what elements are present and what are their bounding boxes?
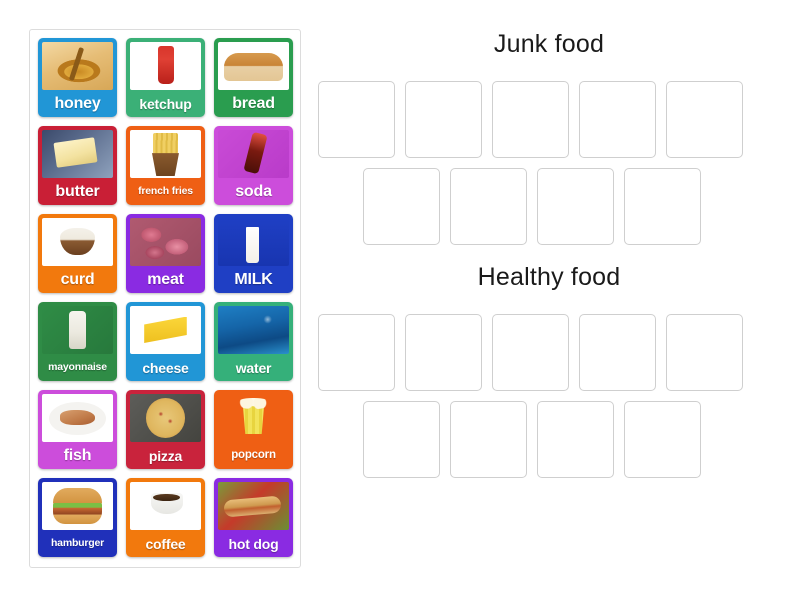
drop-slot-healthy-food-5[interactable]	[666, 314, 743, 391]
drop-slot-healthy-food-1[interactable]	[318, 314, 395, 391]
tile-image-popcorn-icon	[218, 394, 289, 442]
group-sort-activity: honey ketchup bread butter french fries soda c…	[0, 0, 800, 600]
tile-image-soda-icon	[218, 130, 289, 178]
drop-slot-junk-food-6[interactable]	[363, 168, 440, 245]
slot-row	[318, 81, 780, 158]
tile-label: pizza	[148, 447, 183, 464]
tile-image-coffee-icon	[130, 482, 201, 530]
tile-label: MILK	[234, 270, 273, 288]
tile-label: hot dog	[228, 535, 279, 552]
tile-popcorn[interactable]: popcorn	[214, 390, 293, 469]
drop-slot-junk-food-2[interactable]	[405, 81, 482, 158]
drop-slot-junk-food-3[interactable]	[492, 81, 569, 158]
drop-slot-junk-food-4[interactable]	[579, 81, 656, 158]
tile-label: ketchup	[139, 95, 192, 112]
drop-slot-healthy-food-7[interactable]	[450, 401, 527, 478]
tile-image-french-fries-icon	[130, 130, 201, 178]
tile-image-butter-icon	[42, 130, 113, 178]
tile-fish[interactable]: fish	[38, 390, 117, 469]
tile-label: hamburger	[50, 537, 105, 550]
drop-slot-healthy-food-6[interactable]	[363, 401, 440, 478]
tile-mayonnaise[interactable]: mayonnaise	[38, 302, 117, 381]
tile-label: curd	[60, 270, 95, 288]
category-title: Junk food	[493, 30, 605, 58]
tile-ketchup[interactable]: ketchup	[126, 38, 205, 117]
tile-label: french fries	[138, 185, 193, 198]
tile-bread[interactable]: bread	[214, 38, 293, 117]
drop-slot-junk-food-8[interactable]	[537, 168, 614, 245]
tile-image-hot-dog-icon	[218, 482, 289, 530]
drop-slot-junk-food-7[interactable]	[450, 168, 527, 245]
tile-grid: honey ketchup bread butter french fries soda c…	[38, 38, 293, 557]
drop-slot-junk-food-1[interactable]	[318, 81, 395, 158]
tile-image-ketchup-icon	[130, 42, 201, 90]
tile-hot-dog[interactable]: hot dog	[214, 478, 293, 557]
tile-label: butter	[55, 182, 100, 200]
tile-label: mayonnaise	[48, 361, 107, 374]
category-columns: Junk food Healthy food	[318, 30, 780, 492]
tile-image-milk-icon	[218, 218, 289, 266]
tile-coffee[interactable]: coffee	[126, 478, 205, 557]
tile-image-cheese-icon	[130, 306, 201, 354]
tile-hamburger[interactable]: hamburger	[38, 478, 117, 557]
tile-curd[interactable]: curd	[38, 214, 117, 293]
tile-image-water-icon	[218, 306, 289, 354]
category-title: Healthy food	[477, 263, 621, 291]
tile-image-bread-icon	[218, 42, 289, 90]
category-junk-food[interactable]: Junk food	[318, 30, 780, 245]
tile-meat[interactable]: meat	[126, 214, 205, 293]
tile-image-meat-icon	[130, 218, 201, 266]
tile-image-hamburger-icon	[42, 482, 113, 530]
tile-label: coffee	[145, 535, 186, 552]
drop-slot-healthy-food-2[interactable]	[405, 314, 482, 391]
drop-slot-junk-food-5[interactable]	[666, 81, 743, 158]
drop-slot-healthy-food-9[interactable]	[624, 401, 701, 478]
tile-honey[interactable]: honey	[38, 38, 117, 117]
tile-label: soda	[235, 182, 272, 200]
slot-row	[318, 314, 780, 391]
tile-pizza[interactable]: pizza	[126, 390, 205, 469]
tile-soda[interactable]: soda	[214, 126, 293, 205]
tile-image-fish-icon	[42, 394, 113, 442]
tile-label: meat	[147, 270, 184, 288]
tile-image-mayonnaise-icon	[42, 306, 113, 354]
slot-row	[363, 168, 780, 245]
tile-milk[interactable]: MILK	[214, 214, 293, 293]
drop-slot-healthy-food-3[interactable]	[492, 314, 569, 391]
tile-image-pizza-icon	[130, 394, 201, 442]
tile-label: water	[235, 359, 272, 376]
drop-slot-healthy-food-8[interactable]	[537, 401, 614, 478]
tile-image-curd-icon	[42, 218, 113, 266]
tile-label: popcorn	[231, 448, 276, 461]
tile-label: honey	[54, 94, 101, 112]
tile-french-fries[interactable]: french fries	[126, 126, 205, 205]
tile-cheese[interactable]: cheese	[126, 302, 205, 381]
tile-label: bread	[232, 94, 275, 112]
tile-butter[interactable]: butter	[38, 126, 117, 205]
tile-label: cheese	[142, 359, 189, 376]
category-healthy-food[interactable]: Healthy food	[318, 263, 780, 478]
tile-label: fish	[63, 446, 92, 464]
tile-tray[interactable]: honey ketchup bread butter french fries soda c…	[29, 29, 301, 568]
slot-row	[363, 401, 780, 478]
tile-image-honey-icon	[42, 42, 113, 90]
tile-water[interactable]: water	[214, 302, 293, 381]
drop-slot-junk-food-9[interactable]	[624, 168, 701, 245]
drop-slot-healthy-food-4[interactable]	[579, 314, 656, 391]
